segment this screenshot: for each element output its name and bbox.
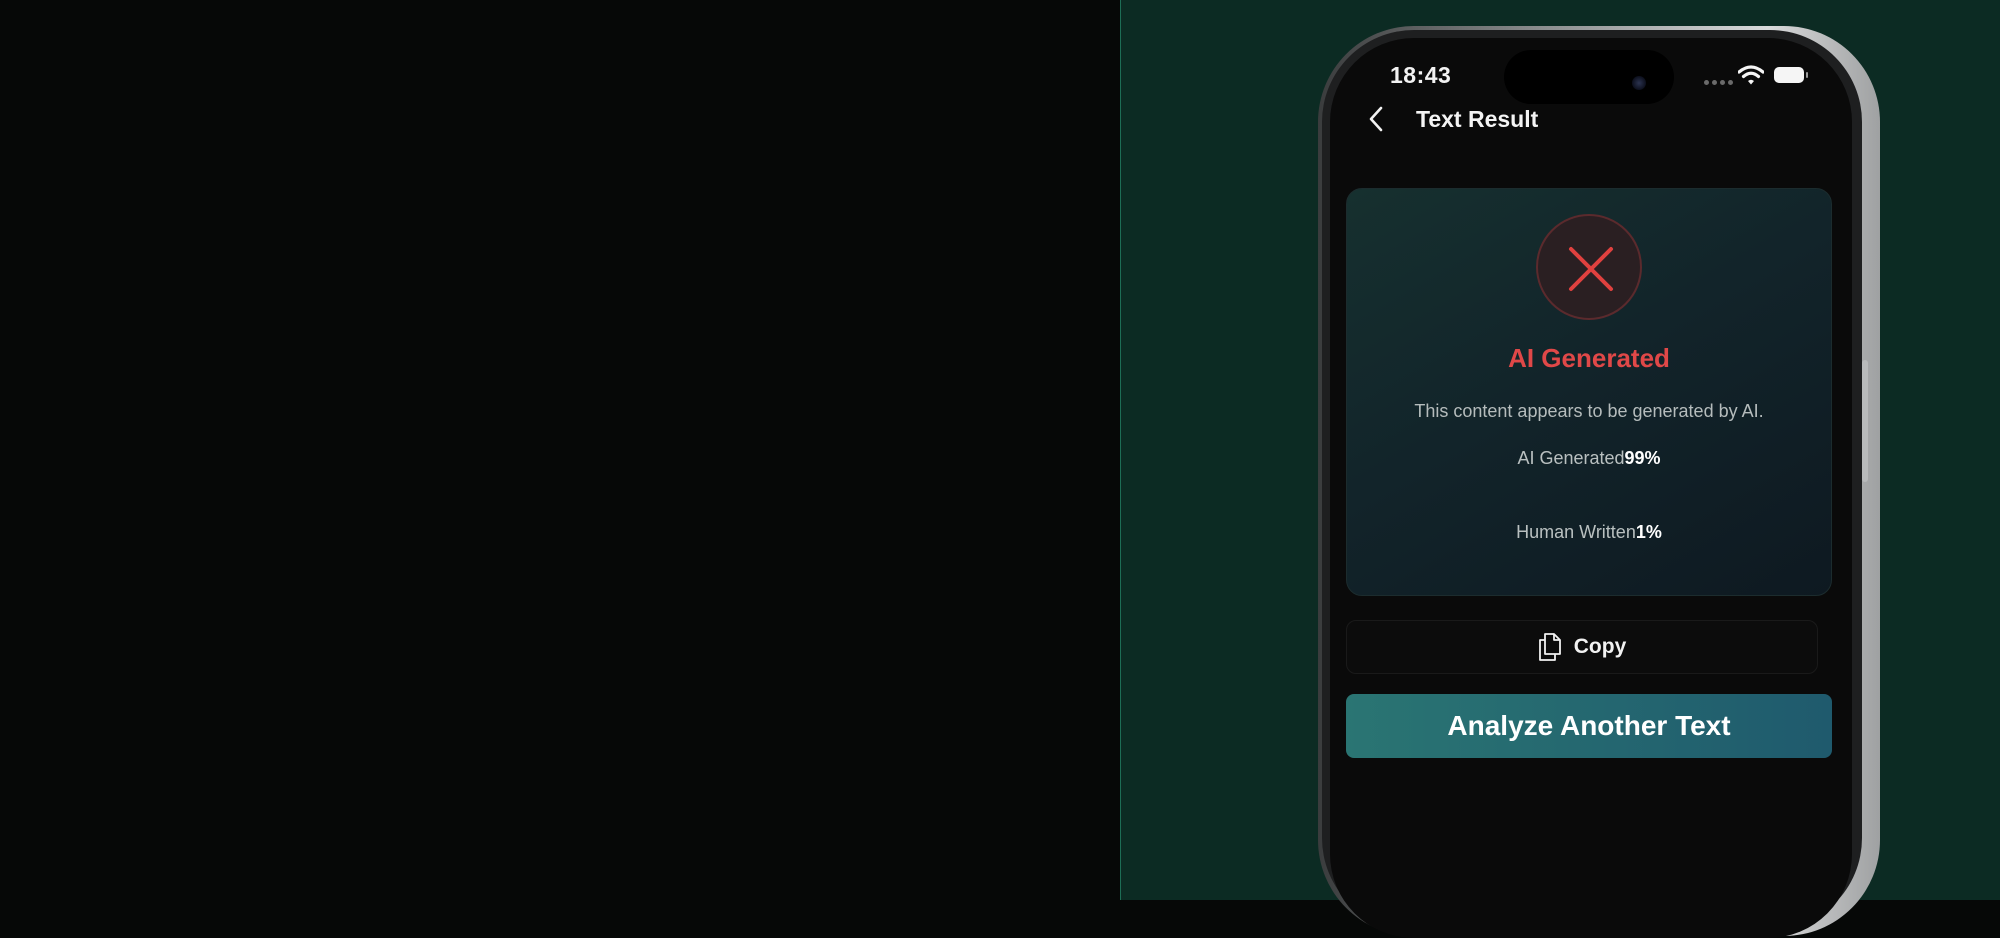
ai-generated-label: AI Generated [1517,448,1625,468]
copy-button[interactable]: Copy [1346,620,1818,674]
status-time: 18:43 [1390,62,1452,88]
verdict-title: AI Generated [1508,343,1670,373]
analyze-button-label: Analyze Another Text [1447,710,1731,741]
close-x-icon [1569,247,1613,291]
camera-icon [1632,76,1646,90]
copy-icon [1538,633,1561,661]
ai-generated-stat: AI Generated99% [1346,448,1832,469]
ai-generated-value: 99% [1624,448,1661,468]
verdict-badge [1536,214,1642,320]
human-written-stat: Human Written1% [1346,522,1832,543]
page-title: Text Result [1416,106,1539,132]
dynamic-island [1504,50,1674,104]
human-written-label: Human Written [1516,522,1636,542]
verdict-description: This content appears to be generated by … [1414,401,1764,421]
copy-button-label: Copy [1573,635,1627,658]
analyze-another-text-button[interactable]: Analyze Another Text [1346,694,1832,758]
battery-icon [1774,67,1808,83]
cellular-signal-icon [1704,80,1733,85]
phone-side-button [1862,360,1868,482]
wifi-icon [1738,65,1764,85]
back-chevron-icon[interactable] [1364,104,1390,134]
left-background-panel [0,0,1120,900]
human-written-value: 1% [1635,522,1662,542]
